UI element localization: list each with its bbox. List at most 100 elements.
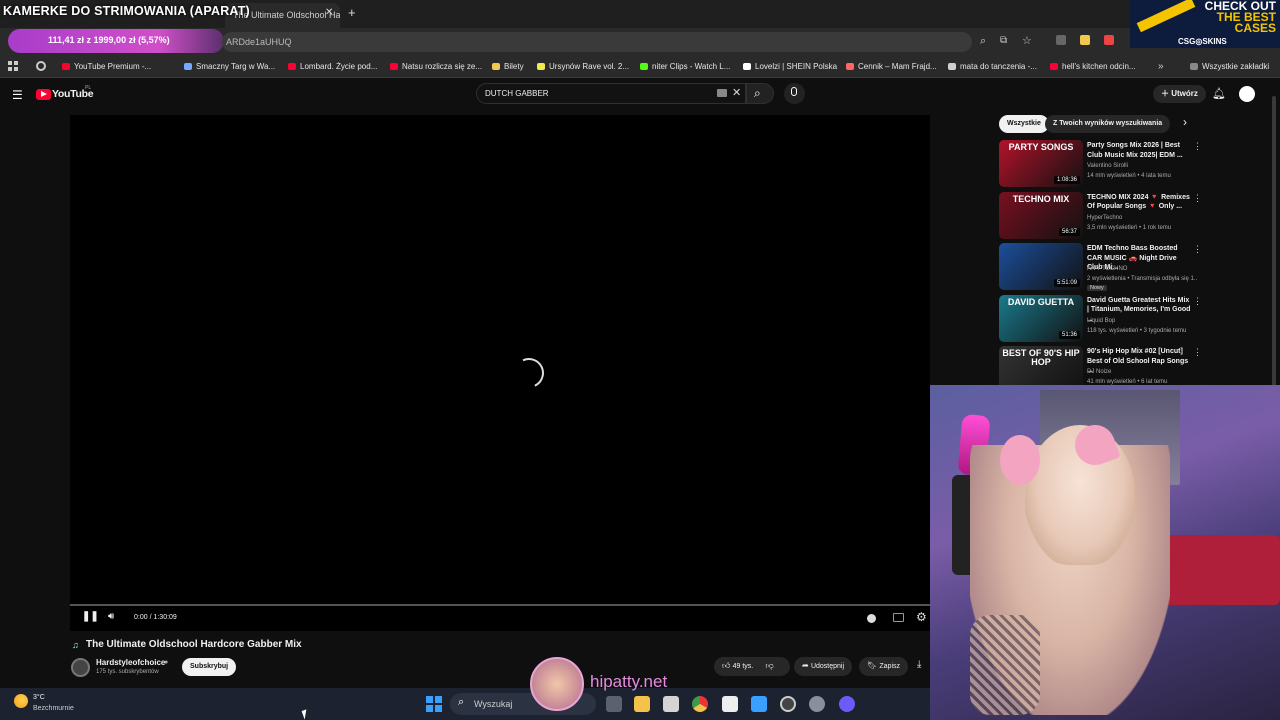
bookmark-item[interactable]: Smaczny Targ w Wa...	[184, 56, 275, 78]
chrome-icon[interactable]	[692, 696, 708, 712]
bookmark-item[interactable]: Ursynów Rave vol. 2...	[537, 56, 629, 78]
pause-icon[interactable]: ❚❚	[82, 611, 99, 622]
donation-goal-text: 111,41 zł z 1999,00 zł (5,57%)	[48, 35, 170, 45]
bookmark-item[interactable]: YouTube Premium -...	[62, 56, 151, 78]
thumbs-up-icon[interactable]: 👍︎	[722, 661, 730, 670]
bookmark-favicon-icon	[184, 63, 192, 70]
volume-icon[interactable]: 🔊︎	[108, 611, 114, 622]
extension-icon[interactable]	[1104, 35, 1114, 45]
recommendation-channel[interactable]: DJ Noize	[1087, 367, 1111, 377]
install-app-icon[interactable]: ⧉	[1000, 35, 1007, 46]
bookmark-item[interactable]: Cennik – Mam Frajd...	[846, 56, 937, 78]
bookmark-label: Cennik – Mam Frajd...	[858, 62, 937, 71]
more-bookmarks-icon[interactable]: »	[1158, 56, 1164, 78]
filter-chip-from-search[interactable]: Z Twoich wyników wyszukiwania	[1045, 115, 1171, 133]
recommendation-title[interactable]: TECHNO MIX 2024 🔻 Remixes Of Popular Son…	[1087, 193, 1191, 212]
file-explorer-icon[interactable]	[634, 696, 650, 712]
region-code: PL	[85, 85, 92, 91]
recommendation-item[interactable]: DAVID GUETTA 51:36 David Guetta Greatest H…	[999, 294, 1269, 343]
extension-icon[interactable]	[1080, 35, 1090, 45]
progress-bar[interactable]	[70, 604, 930, 606]
more-options-icon[interactable]: ⋮	[1193, 193, 1202, 204]
save-button[interactable]: 🔖︎ Zapisz	[859, 657, 909, 676]
url-text: ARDde1aUHUQ	[226, 37, 292, 47]
bookmark-item[interactable]: niter Clips - Watch L...	[640, 56, 730, 78]
weather-sun-icon[interactable]	[14, 694, 28, 708]
extension-icon[interactable]	[1056, 35, 1066, 45]
hamburger-menu-icon[interactable]: ☰	[12, 88, 23, 102]
more-options-icon[interactable]: ⋮	[1193, 296, 1202, 307]
more-options-icon[interactable]: ⋮	[1193, 347, 1202, 358]
recommendation-channel[interactable]: AIVY TECHNO	[1087, 264, 1127, 274]
bookmark-favicon-icon	[537, 63, 545, 70]
bookmark-star-icon[interactable]: ☆	[1022, 34, 1032, 47]
channel-avatar[interactable]	[71, 658, 90, 677]
video-title: The Ultimate Oldschool Hardcore Gabber M…	[86, 639, 302, 650]
channel-name[interactable]: Hardstyleofchoice	[96, 658, 165, 667]
apps-grid-icon[interactable]	[8, 61, 18, 71]
zoom-icon[interactable]: ⌕	[980, 35, 986, 48]
notifications-bell-icon[interactable]: 🔔︎	[1212, 87, 1226, 100]
video-player[interactable]: ❚❚ 🔊︎ 0:00 / 1:30:09 ⚙	[70, 115, 930, 631]
recommendation-item[interactable]: TECHNO MIX 56:37 TECHNO MIX 2024 🔻 Remixes…	[999, 191, 1269, 240]
recommendation-title[interactable]: Party Songs Mix 2026 | Best Club Music M…	[1087, 141, 1191, 160]
all-bookmarks-folder[interactable]: Wszystkie zakładki	[1190, 56, 1269, 78]
bookmarks-bar: YouTube Premium -... Smaczny Targ w Wa...…	[0, 56, 1280, 78]
tab-close-icon[interactable]: ✕	[325, 7, 333, 18]
video-thumbnail[interactable]: 5:51:09	[999, 243, 1083, 290]
video-thumbnail[interactable]: PARTY SONGS 1:08:36	[999, 140, 1083, 187]
task-view-icon[interactable]	[606, 696, 622, 712]
more-options-icon[interactable]: ⋮	[1193, 141, 1202, 152]
more-options-icon[interactable]: ⋮	[1193, 244, 1202, 255]
start-windows-icon[interactable]	[426, 696, 442, 712]
calculator-icon[interactable]	[751, 696, 767, 712]
url-field[interactable]: ARDde1aUHUQ	[222, 32, 972, 52]
search-icon: ⌕	[458, 696, 465, 708]
store-icon[interactable]	[663, 696, 679, 712]
like-count[interactable]: 49 tys.	[733, 663, 754, 670]
chevron-right-icon[interactable]: ›	[1183, 115, 1187, 129]
bookmark-item[interactable]: Lovelzi | SHEIN Polska	[743, 56, 837, 78]
bookmark-item[interactable]: Lombard. Życie pod...	[288, 56, 377, 78]
bookmark-label: Smaczny Targ w Wa...	[196, 62, 276, 71]
video-duration: 1:08:36	[1053, 176, 1080, 184]
weather-temp[interactable]: 3°C	[33, 694, 45, 701]
clear-search-icon[interactable]: ✕	[732, 86, 741, 99]
weather-condition[interactable]: Bezchmurnie	[33, 705, 74, 712]
bookmark-item[interactable]: Natsu rozlicza się ze...	[390, 56, 482, 78]
bookmark-label: Natsu rozlicza się ze...	[402, 62, 483, 71]
new-tab-icon[interactable]: +	[348, 5, 356, 20]
app-icon[interactable]	[839, 696, 855, 712]
avatar[interactable]	[1239, 86, 1255, 102]
video-thumbnail[interactable]: TECHNO MIX 56:37	[999, 191, 1083, 239]
bookmark-item[interactable]: Bilety	[492, 56, 524, 78]
subtitles-icon[interactable]	[893, 613, 904, 622]
subscribe-button[interactable]: Subskrybuj	[182, 658, 237, 676]
recommendation-channel[interactable]: Valentino Sirolli	[1087, 161, 1128, 171]
bookmark-item[interactable]: mata do tanczenia -...	[948, 56, 1037, 78]
extension-icon[interactable]	[36, 61, 46, 71]
filter-chip-all[interactable]: Wszystkie	[999, 115, 1049, 133]
notepad-icon[interactable]	[722, 696, 738, 712]
video-thumbnail[interactable]: DAVID GUETTA 51:36	[999, 294, 1083, 342]
search-input[interactable]: DUTCH GABBER ✕	[476, 83, 746, 104]
bookmark-item[interactable]: hell's kitchen odcin...	[1050, 56, 1136, 78]
share-button[interactable]: ➦ Udostępnij	[794, 657, 853, 676]
search-button[interactable]: ⌕	[746, 83, 774, 104]
create-button[interactable]: ＋ Utwórz	[1153, 85, 1206, 103]
thumbs-down-icon[interactable]: 👎︎	[765, 661, 773, 670]
recommendation-item[interactable]: PARTY SONGS 1:08:36 Party Songs Mix 2026 |…	[999, 140, 1269, 188]
recommendation-channel[interactable]: HyperTechno	[1087, 213, 1122, 223]
page-scrollbar[interactable]	[1272, 96, 1276, 386]
video-duration: 51:36	[1058, 330, 1080, 339]
settings-gear-icon[interactable]	[809, 696, 825, 712]
youtube-logo-icon[interactable]	[36, 89, 51, 100]
settings-gear-icon[interactable]: ⚙	[916, 610, 927, 624]
autoplay-toggle-icon[interactable]	[867, 614, 876, 623]
recommendation-item[interactable]: 5:51:09 EDM Techno Bass Boosted CAR MUSIC…	[999, 243, 1269, 291]
keyboard-icon[interactable]	[717, 89, 727, 97]
download-icon[interactable]: ⤓	[917, 659, 921, 670]
obs-icon[interactable]	[780, 696, 796, 712]
recommendation-channel[interactable]: Liquid Bop	[1087, 316, 1115, 326]
voice-search-button[interactable]	[784, 83, 805, 104]
